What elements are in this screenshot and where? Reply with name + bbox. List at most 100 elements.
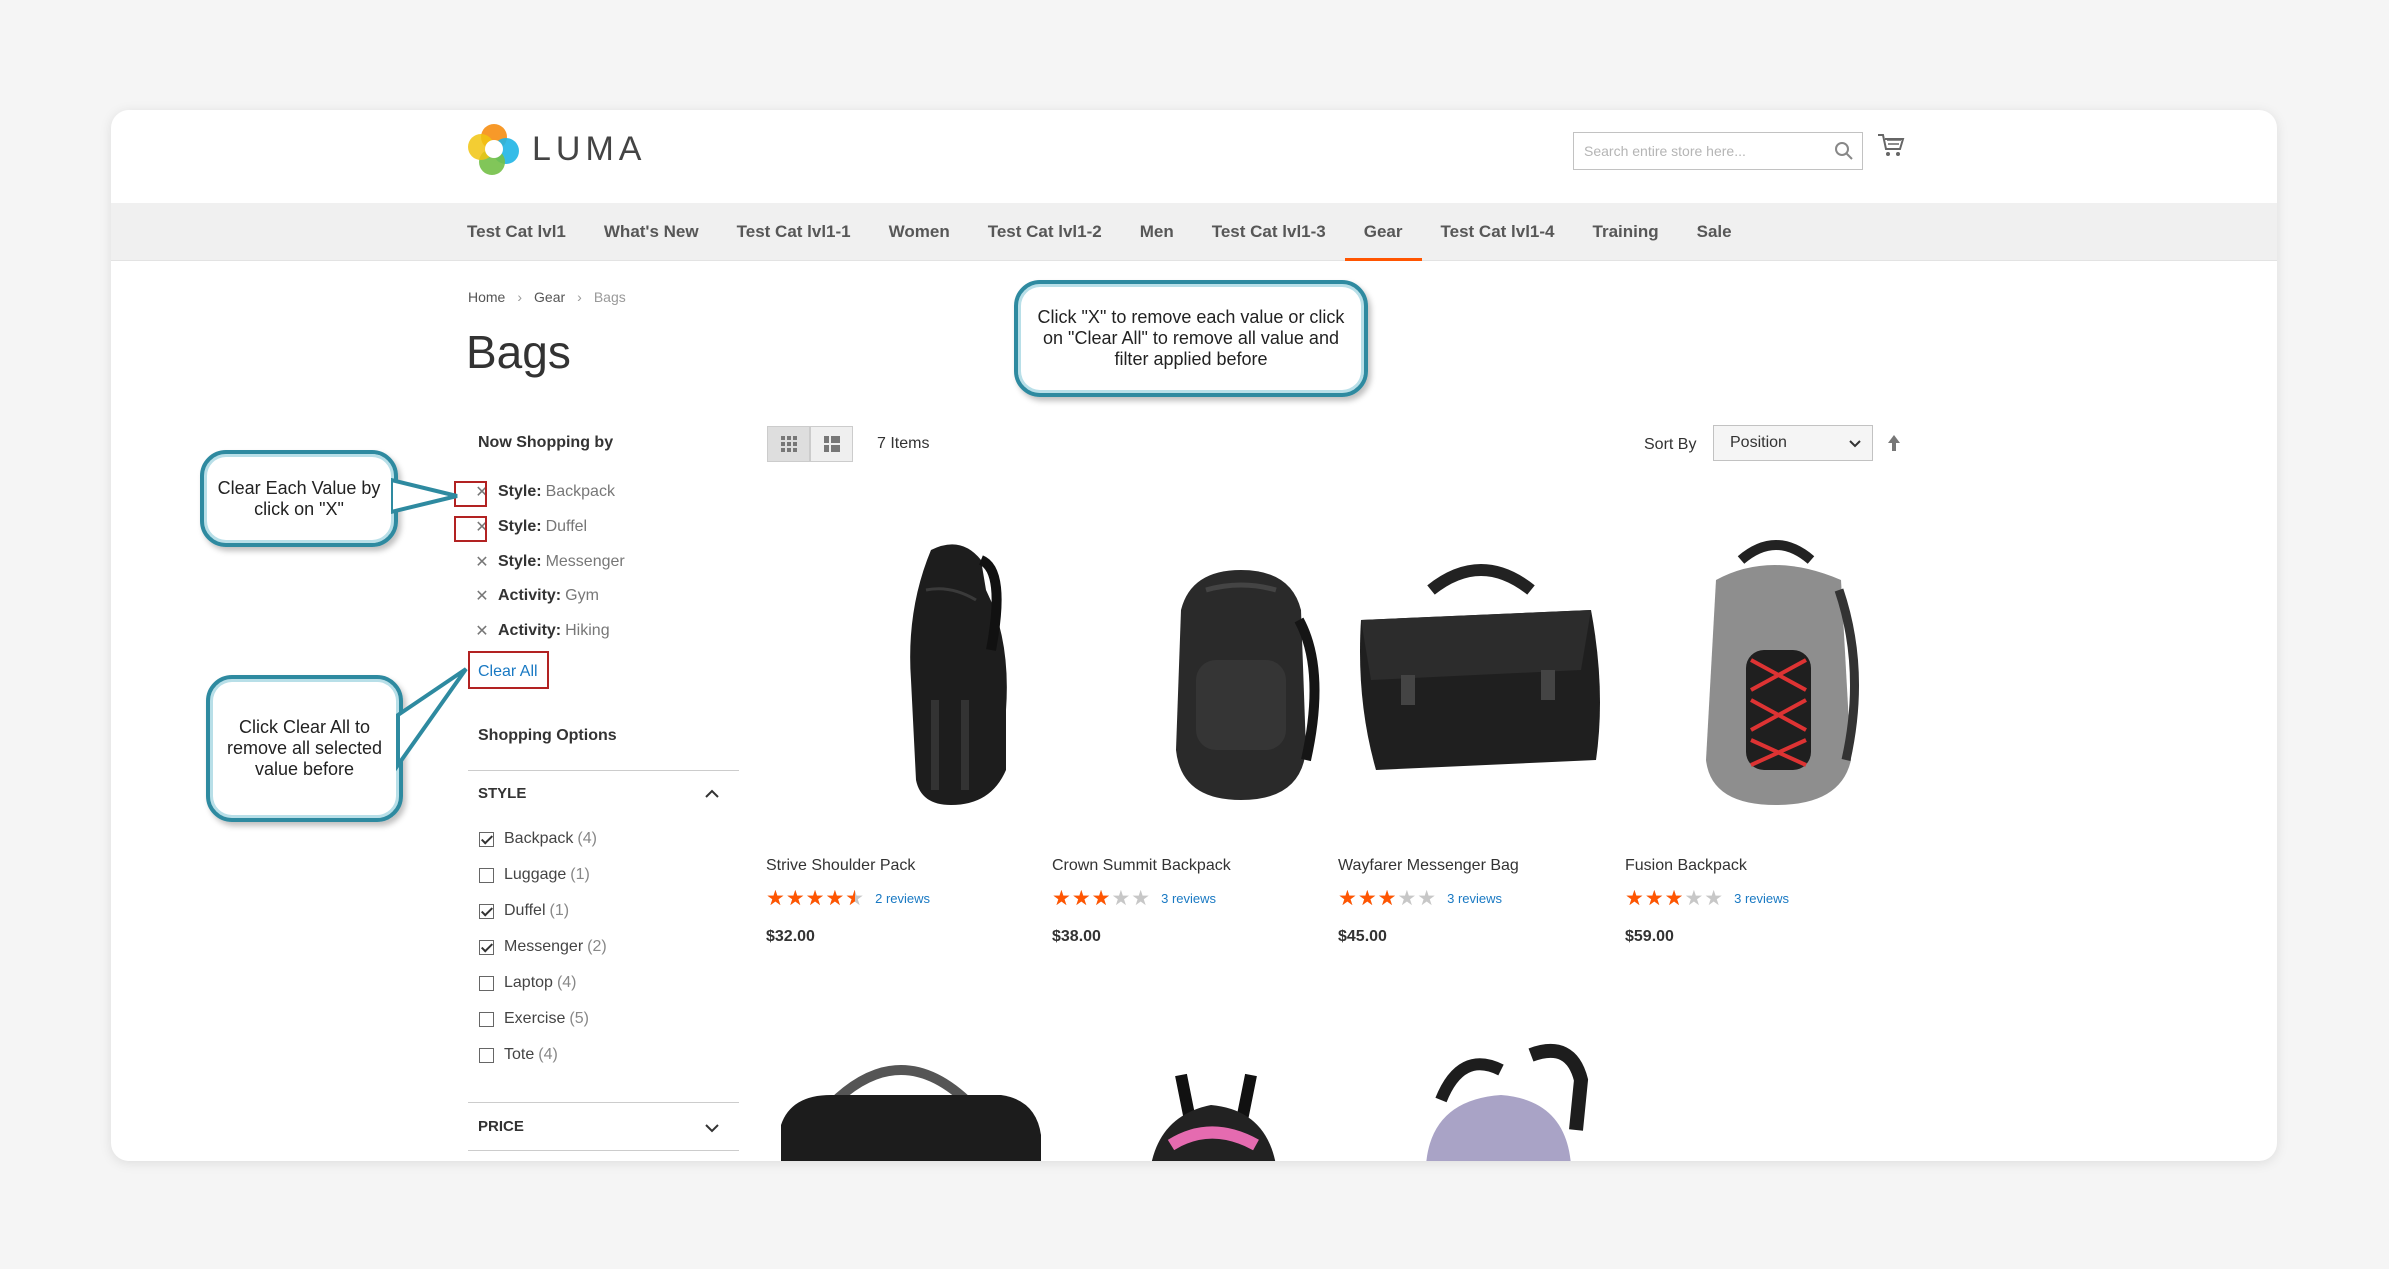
nav-item-women[interactable]: Women	[870, 203, 969, 261]
sort-selected-value: Position	[1730, 434, 1787, 451]
chevron-down-icon[interactable]	[704, 1122, 720, 1134]
nav-item-whats-new[interactable]: What's New	[585, 203, 718, 261]
active-filter: ✕ Activity: Hiking	[474, 621, 609, 641]
main-navigation: Test Cat lvl1 What's New Test Cat lvl1-1…	[111, 203, 2277, 261]
nav-item-test-cat-lvl1-4[interactable]: Test Cat lvl1-4	[1422, 203, 1574, 261]
page-title: Bags	[466, 326, 571, 378]
style-option[interactable]: Messenger (2)	[479, 938, 607, 956]
callout-clear-each: Clear Each Value by click on "X"	[200, 450, 398, 547]
nav-item-training[interactable]: Training	[1574, 203, 1678, 261]
product-image[interactable]	[1651, 530, 1911, 830]
product-price: $32.00	[766, 928, 815, 945]
reviews-link[interactable]: 3 reviews	[1734, 891, 1789, 906]
cart-icon[interactable]	[1877, 132, 1905, 163]
filter-key: Style:	[498, 518, 542, 535]
divider	[468, 1102, 739, 1103]
option-count: (1)	[570, 866, 590, 883]
filter-key: Activity:	[498, 622, 562, 639]
nav-item-test-cat-lvl1-2[interactable]: Test Cat lvl1-2	[969, 203, 1121, 261]
price-filter-title[interactable]: PRICE	[478, 1118, 524, 1135]
callout-remove-filters: Click "X" to remove each value or click …	[1014, 280, 1368, 397]
callout-clear-all: Click Clear All to remove all selected v…	[206, 675, 403, 822]
store-logo[interactable]: LUMA	[468, 123, 646, 175]
nav-item-test-cat-lvl1[interactable]: Test Cat lvl1	[467, 203, 585, 261]
checkbox-checked[interactable]	[479, 939, 494, 955]
product-image[interactable]	[1111, 1065, 1311, 1161]
style-filter-title[interactable]: STYLE	[478, 785, 526, 802]
items-count: 7 Items	[877, 435, 930, 452]
product-price: $59.00	[1625, 928, 1674, 945]
luma-logo-icon	[468, 124, 519, 175]
style-option[interactable]: Tote (4)	[479, 1046, 558, 1064]
checkbox[interactable]	[479, 867, 494, 883]
rating-stars: ★★★★★★★★★★	[1338, 887, 1438, 910]
product-name[interactable]: Crown Summit Backpack	[1052, 857, 1231, 875]
nav-item-gear[interactable]: Gear	[1344, 203, 1422, 261]
filter-value: Backpack	[545, 483, 615, 500]
checkbox[interactable]	[479, 975, 494, 991]
product-image[interactable]	[1341, 550, 1621, 810]
product-image[interactable]	[1101, 550, 1371, 830]
option-count: (4)	[577, 830, 597, 847]
product-image[interactable]	[771, 1045, 1051, 1161]
style-option[interactable]: Duffel (1)	[479, 902, 569, 920]
grid-view-button[interactable]	[767, 426, 810, 462]
sort-select[interactable]: Position	[1713, 425, 1873, 461]
highlight-box	[454, 516, 487, 542]
style-option[interactable]: Exercise (5)	[479, 1010, 589, 1028]
product-name[interactable]: Fusion Backpack	[1625, 857, 1747, 875]
filter-key: Activity:	[498, 587, 562, 604]
divider	[468, 770, 739, 771]
list-view-button[interactable]	[810, 426, 853, 462]
clear-all-link[interactable]: Clear All	[478, 663, 538, 681]
filter-key: Style:	[498, 553, 542, 570]
search-icon[interactable]	[1834, 141, 1854, 166]
search-input[interactable]	[1574, 133, 1814, 169]
product-name[interactable]: Wayfarer Messenger Bag	[1338, 857, 1519, 875]
nav-item-test-cat-lvl1-1[interactable]: Test Cat lvl1-1	[718, 203, 870, 261]
active-filter: ✕ Style: Messenger	[474, 552, 625, 572]
product-rating: ★★★★★★★★★★ 3 reviews	[1625, 886, 1789, 911]
checkbox-checked[interactable]	[479, 831, 494, 847]
nav-item-test-cat-lvl1-3[interactable]: Test Cat lvl1-3	[1193, 203, 1345, 261]
chevron-up-icon[interactable]	[704, 788, 720, 800]
style-option[interactable]: Laptop (4)	[479, 974, 577, 992]
option-label: Luggage	[504, 866, 567, 883]
filter-value: Gym	[565, 587, 599, 604]
nav-item-sale[interactable]: Sale	[1678, 203, 1751, 261]
active-filter: ✕ Style: Backpack	[474, 482, 615, 502]
product-name[interactable]: Strive Shoulder Pack	[766, 857, 915, 875]
style-option[interactable]: Backpack (4)	[479, 830, 597, 848]
breadcrumb-home[interactable]: Home	[468, 289, 505, 305]
checkbox[interactable]	[479, 1047, 494, 1063]
product-image[interactable]	[1381, 1040, 1621, 1161]
breadcrumb-separator-icon: ›	[577, 289, 582, 305]
reviews-link[interactable]: 3 reviews	[1447, 891, 1502, 906]
site-header: LUMA	[111, 110, 2277, 203]
checkbox-checked[interactable]	[479, 903, 494, 919]
active-filter: ✕ Activity: Gym	[474, 586, 599, 606]
list-icon	[823, 436, 840, 452]
now-shopping-heading: Now Shopping by	[478, 434, 614, 451]
filter-value: Messenger	[545, 553, 625, 570]
grid-icon	[780, 436, 797, 452]
product-image[interactable]	[811, 530, 1081, 830]
remove-filter-icon[interactable]: ✕	[474, 586, 490, 606]
breadcrumb-current: Bags	[593, 289, 626, 305]
browser-frame: LUMA Test Cat lvl1 What's New Test Cat l…	[111, 110, 2277, 1161]
nav-item-men[interactable]: Men	[1121, 203, 1193, 261]
breadcrumb-gear[interactable]: Gear	[534, 289, 565, 305]
style-option[interactable]: Luggage (1)	[479, 866, 590, 884]
rating-stars: ★★★★★★★★★★	[1052, 887, 1152, 910]
remove-filter-icon[interactable]: ✕	[474, 621, 490, 641]
sort-direction-arrow-icon[interactable]	[1886, 433, 1902, 453]
option-count: (5)	[569, 1010, 589, 1027]
option-count: (4)	[538, 1046, 558, 1063]
reviews-link[interactable]: 3 reviews	[1161, 891, 1216, 906]
option-count: (1)	[549, 902, 570, 919]
checkbox[interactable]	[479, 1011, 494, 1027]
option-label: Backpack	[504, 830, 574, 847]
reviews-link[interactable]: 2 reviews	[875, 891, 930, 906]
remove-filter-icon[interactable]: ✕	[474, 552, 490, 572]
callout-pointer	[391, 477, 458, 515]
